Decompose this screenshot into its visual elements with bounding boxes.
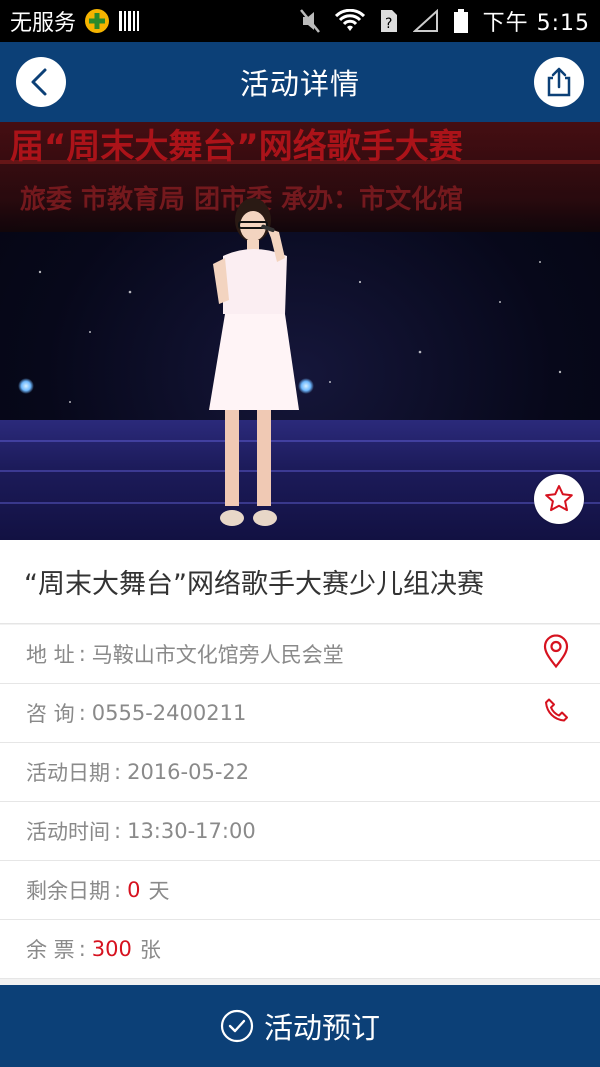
- remaining-days-value: 0: [127, 878, 141, 902]
- remaining-days-unit: 天: [148, 879, 170, 903]
- consult-label: 咨 询: [26, 702, 75, 726]
- nav-bar: 活动详情: [0, 42, 600, 122]
- tickets-value: 300: [91, 937, 132, 961]
- app-notification-icon: [84, 8, 110, 34]
- star-icon: [545, 485, 573, 512]
- singer-figure: [209, 198, 299, 526]
- check-circle-icon: [220, 1009, 254, 1043]
- status-bar: 无服务 ? 下午 5:15: [0, 0, 600, 42]
- separator: :: [114, 760, 122, 784]
- clock: 下午 5:15: [482, 11, 590, 36]
- separator: :: [78, 701, 86, 725]
- tickets-unit: 张: [139, 938, 161, 962]
- carrier-label: 无服务: [10, 11, 77, 36]
- separator: :: [78, 937, 86, 961]
- share-button[interactable]: [534, 57, 584, 107]
- signal-icon: [412, 9, 439, 33]
- svg-text:?: ?: [385, 16, 392, 32]
- address-row[interactable]: 地 址 : 马鞍山市文化馆旁人民会堂: [0, 625, 600, 684]
- share-icon: [547, 67, 571, 97]
- separator: :: [114, 878, 122, 902]
- time-row: 活动时间 : 13:30-17:00: [0, 802, 600, 861]
- page-title: 活动详情: [239, 67, 360, 101]
- time-value: 13:30-17:00: [127, 819, 256, 843]
- event-title: “周末大舞台”网络歌手大赛少儿组决赛: [0, 540, 600, 624]
- consult-phone: 0555-2400211: [91, 701, 247, 725]
- book-event-button[interactable]: 活动预订: [0, 985, 600, 1067]
- mute-icon: [299, 8, 321, 34]
- address-value: 马鞍山市文化馆旁人民会堂: [91, 643, 344, 667]
- favorite-button[interactable]: [534, 474, 584, 524]
- remaining-days-row: 剩余日期 : 0 天: [0, 861, 600, 920]
- address-label: 地 址: [26, 643, 75, 667]
- remaining-days-label: 剩余日期: [26, 879, 110, 903]
- book-event-label: 活动预订: [263, 1011, 380, 1045]
- time-label: 活动时间: [26, 820, 110, 844]
- barcode-icon: [118, 9, 140, 33]
- date-label: 活动日期: [26, 761, 110, 785]
- date-value: 2016-05-22: [127, 760, 250, 784]
- tickets-label: 余 票: [26, 938, 75, 962]
- event-info-list: 地 址 : 马鞍山市文化馆旁人民会堂 咨 询 : 0555-2400211 活动…: [0, 625, 600, 979]
- tickets-row: 余 票 : 300 张: [0, 920, 600, 979]
- location-pin-icon[interactable]: [542, 634, 570, 674]
- date-row: 活动日期 : 2016-05-22: [0, 743, 600, 802]
- separator: :: [114, 819, 122, 843]
- phone-icon[interactable]: [542, 697, 570, 730]
- consult-row[interactable]: 咨 询 : 0555-2400211: [0, 684, 600, 743]
- battery-icon: [453, 8, 469, 34]
- sim-icon: ?: [379, 8, 399, 34]
- wifi-icon: [334, 9, 365, 33]
- separator: :: [78, 642, 86, 666]
- event-photo: 届“周末大舞台”网络歌手大赛 旅委 市教育局 团市委 承办：市文化馆: [0, 122, 600, 540]
